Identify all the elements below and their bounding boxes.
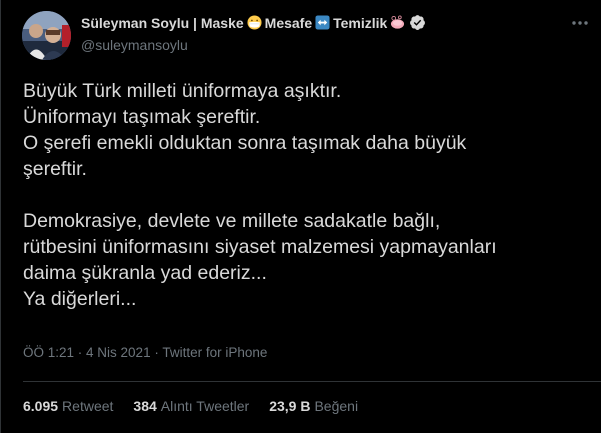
display-name-part-2[interactable]: Mesafe [265, 15, 312, 31]
profile-photo-icon [22, 11, 71, 60]
quotes-label: Alıntı Tweetler [160, 398, 250, 414]
tweet-meta: ÖÖ 1:21 · 4 Nis 2021 · Twitter for iPhon… [23, 345, 267, 360]
avatar[interactable] [22, 11, 71, 60]
author-name-row[interactable]: Süleyman Soylu | Maske Mesafe Temizlik [81, 14, 426, 31]
meta-separator: · [74, 345, 87, 360]
display-name-part-1[interactable]: Süleyman Soylu | Maske [81, 15, 244, 31]
tweet-stats: 6.095 Retweet 384 Alıntı Tweetler 23,9 B Be… [23, 398, 358, 414]
quotes-stat[interactable]: 384 Alıntı Tweetler [133, 398, 249, 414]
tweet-line: daima şükranla yad ederiz... [23, 262, 267, 284]
more-options-icon[interactable] [567, 12, 593, 34]
likes-count: 23,9 B [269, 398, 311, 414]
tweet-text: Büyük Türk milleti üniformaya aşıktır. Ü… [23, 78, 588, 312]
tweet-source-link[interactable]: Twitter for iPhone [162, 345, 267, 360]
tweet-time-link[interactable]: ÖÖ 1:21 · 4 Nis 2021 [23, 345, 151, 360]
tweet-date: 4 Nis 2021 [86, 345, 151, 360]
tweet-line: Büyük Türk milleti üniformaya aşıktır. [23, 80, 342, 102]
meta-separator: · [150, 345, 163, 360]
tweet-time: ÖÖ 1:21 [23, 345, 75, 360]
retweets-count: 6.095 [23, 398, 59, 414]
tweet-card: Süleyman Soylu | Maske Mesafe Temizlik @… [0, 0, 601, 433]
divider [23, 381, 601, 382]
tweet-line: Demokrasiye, devlete ve millete sadakatl… [23, 210, 441, 232]
tweet-line: Üniformayı taşımak şereftir. [23, 106, 261, 128]
retweets-label: Retweet [62, 398, 114, 414]
tweet-line: Ya diğerleri... [23, 288, 137, 310]
author-handle[interactable]: @suleymansoylu [81, 37, 188, 53]
verified-badge-icon [410, 15, 426, 30]
mask-emoji-icon [247, 15, 262, 30]
likes-stat[interactable]: 23,9 B Beğeni [269, 398, 358, 414]
tweet-line: O şerefi emekli olduktan sonra taşımak d… [23, 132, 467, 154]
left-right-arrow-emoji-icon [315, 15, 330, 30]
tweet-line: şereftir. [23, 158, 87, 180]
display-name-part-3[interactable]: Temizlik [333, 15, 387, 31]
tweet-line: rütbesini üniformasını siyaset malzemesi… [23, 236, 497, 258]
likes-label: Beğeni [314, 398, 359, 414]
retweets-stat[interactable]: 6.095 Retweet [23, 398, 113, 414]
quotes-count: 384 [133, 398, 157, 414]
soap-emoji-icon [391, 15, 405, 29]
